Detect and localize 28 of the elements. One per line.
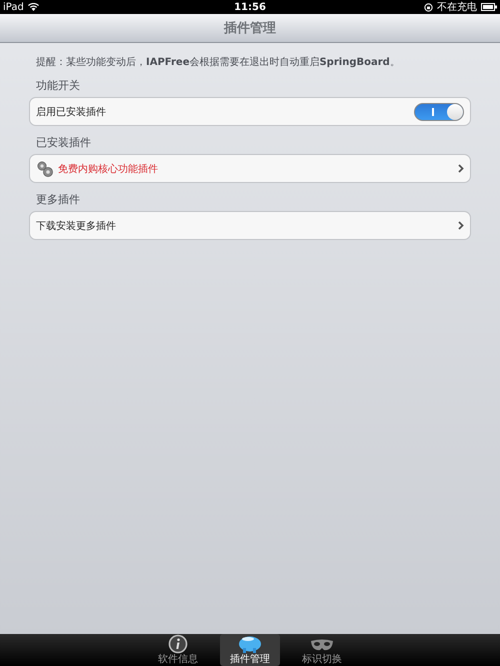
gears-icon (36, 160, 54, 178)
chevron-icon (458, 221, 464, 230)
rotation-lock-icon (424, 2, 433, 12)
section-header: 功能开关 (36, 78, 81, 93)
device-name: iPad (3, 2, 24, 12)
notice-text: 提醒：某些功能变动后，IAPFree会根据需要在退出时自动重启SpringBoard。 (36, 56, 401, 69)
row-label: 启用已安装插件 (36, 106, 107, 118)
toggle-switch[interactable] (414, 102, 464, 120)
section-header: 更多插件 (36, 192, 81, 207)
list-row[interactable]: 下载安装更多插件 (29, 211, 471, 240)
tab-label: 标识切换 (302, 654, 342, 665)
row-label: 下载安装更多插件 (36, 220, 117, 232)
tab-item[interactable]: 软件信息 (148, 634, 208, 666)
wifi-icon (28, 3, 39, 11)
clock-time: 11:56 (234, 2, 266, 12)
chevron-icon (458, 164, 464, 173)
list-row[interactable]: 免费内购核心功能插件 (29, 154, 471, 183)
tab-label: 软件信息 (158, 654, 198, 665)
list-row[interactable]: 启用已安装插件 (29, 97, 471, 126)
info-icon (168, 634, 188, 654)
section-header: 已安装插件 (36, 135, 92, 150)
tab-item[interactable]: 插件管理 (220, 634, 280, 666)
row-label: 免费内购核心功能插件 (58, 162, 159, 176)
tab-label: 插件管理 (230, 654, 270, 665)
charging-status: 不在充电 (437, 0, 477, 14)
page-title: 插件管理 (224, 20, 276, 37)
battery-icon (481, 3, 497, 11)
tab-item[interactable]: 标识切换 (292, 634, 352, 666)
